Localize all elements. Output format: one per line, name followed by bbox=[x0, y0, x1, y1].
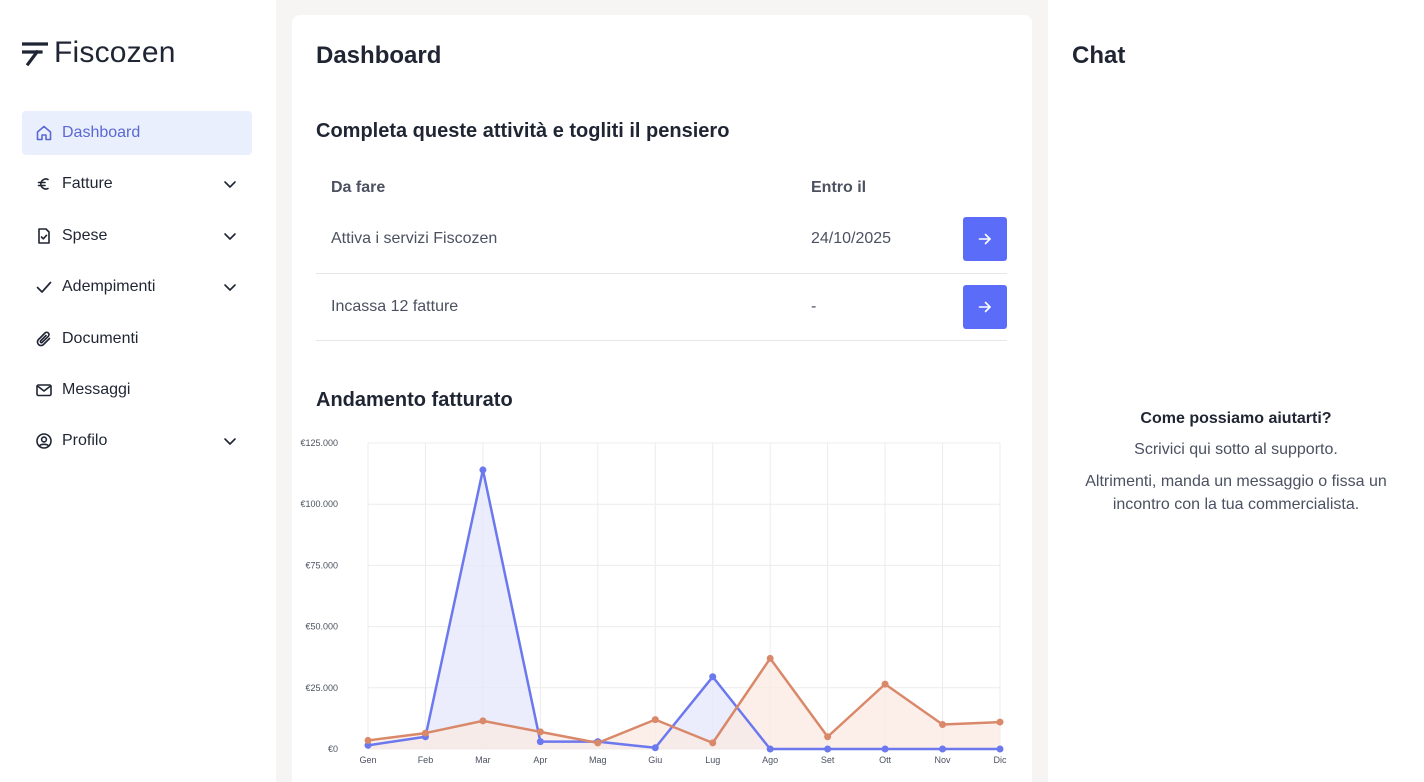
chart-data-point[interactable] bbox=[709, 673, 717, 681]
task-go-button[interactable] bbox=[963, 284, 1007, 329]
chart-title: Andamento fatturato bbox=[316, 389, 513, 411]
chevron-down-icon bbox=[224, 284, 236, 291]
chart-data-point[interactable] bbox=[364, 736, 372, 744]
chart-data-point[interactable] bbox=[824, 733, 832, 741]
sidebar-item-documenti[interactable]: Documenti bbox=[22, 317, 252, 361]
chart-data-point[interactable] bbox=[651, 744, 659, 752]
sidebar-item-label: Fatture bbox=[62, 175, 113, 193]
chart-data-point[interactable] bbox=[479, 466, 487, 474]
chart-x-tick-label: Ago bbox=[762, 755, 778, 765]
home-icon bbox=[35, 124, 53, 142]
revenue-chart: €0 €25.000 €50.000 €75.000 €100.000 €125.000 G… bbox=[292, 435, 1032, 775]
sidebar-item-label: Profilo bbox=[62, 432, 108, 450]
chart-x-tick-label: Apr bbox=[533, 755, 547, 765]
chart-data-point[interactable] bbox=[996, 718, 1004, 726]
task-go-button[interactable] bbox=[963, 217, 1007, 262]
sidebar-item-label: Adempimenti bbox=[62, 278, 156, 296]
euro-icon bbox=[35, 175, 53, 193]
chart-y-tick-label: €75.000 bbox=[305, 560, 338, 570]
tasks-title: Completa queste attività e togliti il pe… bbox=[316, 120, 730, 142]
mail-icon bbox=[35, 381, 53, 399]
sidebar-item-spese[interactable]: Spese bbox=[22, 214, 252, 258]
sidebar-item-adempimenti[interactable]: Adempimenti bbox=[22, 265, 252, 309]
chat-heading: Come possiamo aiutarti? bbox=[1140, 410, 1332, 427]
chart-data-point[interactable] bbox=[536, 738, 544, 746]
sidebar-item-dashboard[interactable]: Dashboard bbox=[22, 111, 252, 155]
chat-meeting-text: Altrimenti, manda un messaggio o fissa u… bbox=[1085, 473, 1387, 513]
sidebar-item-messaggi[interactable]: Messaggi bbox=[22, 368, 252, 412]
task-due-date: - bbox=[811, 297, 817, 315]
chat-empty-state: Come possiamo aiutarti? Scrivici qui sot… bbox=[1078, 410, 1394, 525]
chart-data-point[interactable] bbox=[824, 745, 832, 753]
table-row: Incassa 12 fatture - bbox=[316, 274, 1007, 341]
column-header-todo: Da fare bbox=[331, 179, 386, 196]
chart-x-tick-label: Nov bbox=[935, 755, 952, 765]
column-header-due: Entro il bbox=[811, 179, 867, 196]
chart-x-tick-label: Set bbox=[821, 755, 835, 765]
chat-support-text: Scrivici qui sotto al supporto. bbox=[1134, 441, 1338, 458]
chart-data-point[interactable] bbox=[881, 680, 889, 688]
chevron-down-icon bbox=[224, 438, 236, 446]
tasks-header: Da fare Entro il bbox=[316, 170, 1007, 206]
sidebar-item-label: Messaggi bbox=[62, 380, 131, 398]
receipt-icon bbox=[35, 227, 53, 245]
chart-x-tick-label: Ott bbox=[879, 755, 892, 765]
brand-logo[interactable]: Fiscozen bbox=[22, 36, 176, 70]
paperclip-icon bbox=[35, 330, 53, 348]
task-due-date: 24/10/2025 bbox=[811, 230, 892, 248]
chat-title: Chat bbox=[1072, 42, 1126, 69]
sidebar-item-label: Dashboard bbox=[62, 124, 141, 141]
sidebar-item-profilo[interactable]: Profilo bbox=[22, 419, 252, 463]
chart-data-point[interactable] bbox=[421, 729, 429, 737]
brand-name: Fiscozen bbox=[54, 36, 176, 69]
sidebar: Fiscozen Dashboard Fatture Spese Adempim… bbox=[0, 0, 276, 782]
chart-y-tick-label: €0 bbox=[328, 744, 338, 754]
chart-data-point[interactable] bbox=[479, 717, 487, 725]
chart-data-point[interactable] bbox=[939, 721, 947, 729]
sidebar-item-fatture[interactable]: Fatture bbox=[22, 162, 252, 206]
chart-x-tick-label: Gen bbox=[359, 755, 376, 765]
chart-data-point[interactable] bbox=[594, 739, 602, 747]
sidebar-nav: Dashboard Fatture Spese Adempimenti Docu… bbox=[22, 111, 252, 471]
sidebar-item-label: Spese bbox=[62, 226, 108, 244]
sidebar-item-label: Documenti bbox=[62, 329, 139, 347]
chevron-down-icon bbox=[224, 181, 236, 189]
arrow-right-icon bbox=[978, 301, 991, 313]
task-label: Incassa 12 fatture bbox=[331, 297, 459, 315]
chart-y-tick-label: €100.000 bbox=[300, 499, 338, 509]
chart-y-tick-label: €25.000 bbox=[305, 683, 338, 693]
chart-x-tick-label: Dic bbox=[994, 755, 1007, 765]
chart-data-point[interactable] bbox=[709, 739, 717, 747]
chart-data-point[interactable] bbox=[996, 745, 1004, 753]
dashboard-card: Dashboard Completa queste attività e tog… bbox=[292, 15, 1032, 782]
tasks-table: Da fare Entro il Attiva i servizi Fiscoz… bbox=[316, 170, 1007, 341]
chart-x-tick-label: Mar bbox=[475, 755, 491, 765]
chart-data-point[interactable] bbox=[939, 745, 947, 753]
user-circle-icon bbox=[35, 432, 53, 450]
chart-data-point[interactable] bbox=[766, 745, 774, 753]
chart-data-point[interactable] bbox=[766, 654, 774, 662]
chart-data-point[interactable] bbox=[536, 728, 544, 736]
revenue-chart-svg: €0 €25.000 €50.000 €75.000 €100.000 €125.000 G… bbox=[300, 438, 1007, 765]
task-label: Attiva i servizi Fiscozen bbox=[331, 230, 498, 248]
chart-x-tick-label: Giu bbox=[648, 755, 662, 765]
fiscozen-logo-icon bbox=[22, 42, 48, 66]
arrow-right-icon bbox=[978, 233, 991, 245]
chart-data-point[interactable] bbox=[881, 745, 889, 753]
chart-x-tick-label: Mag bbox=[589, 755, 607, 765]
chart-y-tick-label: €50.000 bbox=[305, 622, 338, 632]
page-title: Dashboard bbox=[316, 42, 442, 69]
table-row: Attiva i servizi Fiscozen 24/10/2025 bbox=[316, 206, 1007, 274]
chart-data-point[interactable] bbox=[651, 716, 659, 724]
chevron-down-icon bbox=[224, 232, 236, 240]
chart-y-tick-label: €125.000 bbox=[300, 438, 338, 448]
check-icon bbox=[35, 278, 53, 296]
chart-x-tick-label: Lug bbox=[705, 755, 720, 765]
chart-x-tick-label: Feb bbox=[418, 755, 434, 765]
chat-panel: Chat Come possiamo aiutarti? Scrivici qu… bbox=[1048, 0, 1424, 782]
